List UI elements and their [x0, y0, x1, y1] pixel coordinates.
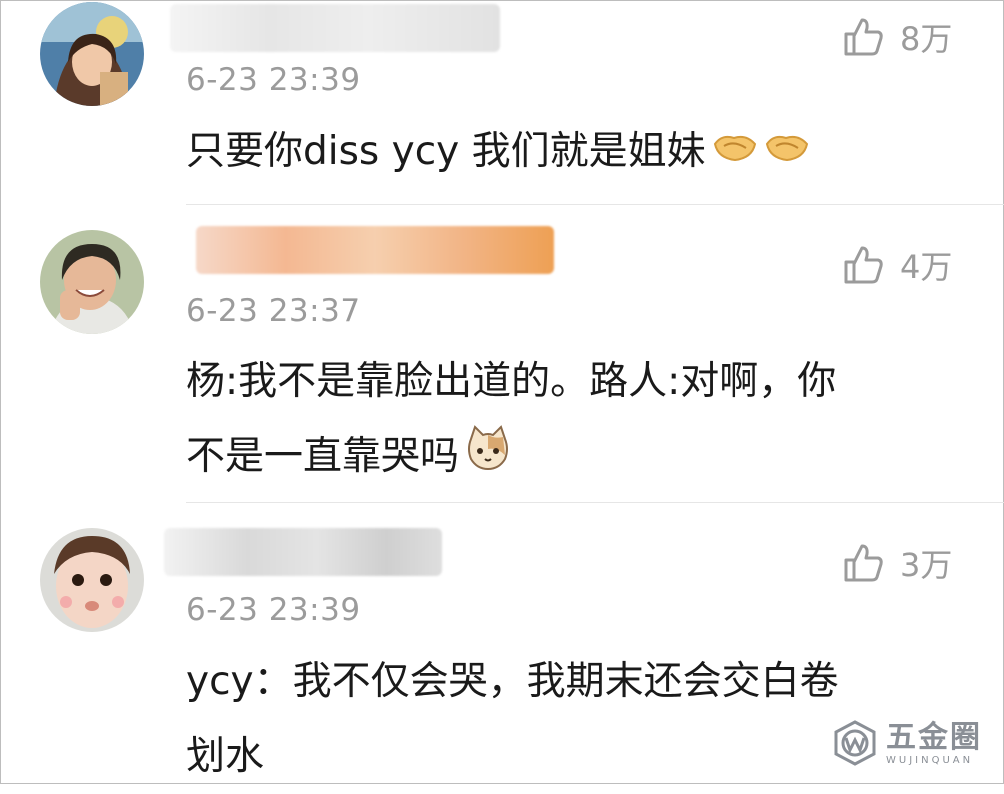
like-count: 4万	[900, 248, 953, 286]
comment-text: 只要你diss ycy 我们就是姐妹	[186, 114, 956, 191]
wujinquan-logo-icon	[834, 720, 876, 766]
handshake-icon	[712, 116, 758, 191]
username-blurred[interactable]	[164, 528, 442, 576]
comment-text: 杨:我不是靠脸出道的。路人:对啊，你 不是一直靠哭吗	[186, 344, 956, 496]
watermark-subtext: WUJINQUAN	[886, 754, 974, 766]
like-button[interactable]: 8万	[842, 14, 952, 60]
comment-time: 6-23 23:39	[186, 592, 361, 628]
like-count: 8万	[900, 20, 953, 58]
watermark: 五金圈 WUJINQUAN	[832, 712, 992, 774]
avatar[interactable]	[40, 230, 144, 334]
cat-face-icon	[465, 421, 511, 496]
thumbs-up-icon	[844, 246, 883, 284]
divider	[186, 204, 1004, 205]
comment-time: 6-23 23:37	[186, 293, 361, 329]
avatar[interactable]	[40, 528, 144, 632]
divider	[186, 502, 1004, 503]
watermark-text: 五金圈	[886, 719, 982, 755]
like-count: 3万	[900, 546, 953, 584]
like-button[interactable]: 4万	[842, 242, 952, 288]
like-button[interactable]: 3万	[842, 540, 952, 586]
thumbs-up-icon	[844, 18, 883, 56]
avatar[interactable]	[40, 2, 144, 106]
username-blurred[interactable]	[196, 226, 554, 274]
thumbs-up-icon	[844, 544, 883, 582]
username-blurred[interactable]	[170, 4, 500, 52]
handshake-icon	[764, 116, 810, 191]
comment-time: 6-23 23:39	[186, 62, 361, 98]
